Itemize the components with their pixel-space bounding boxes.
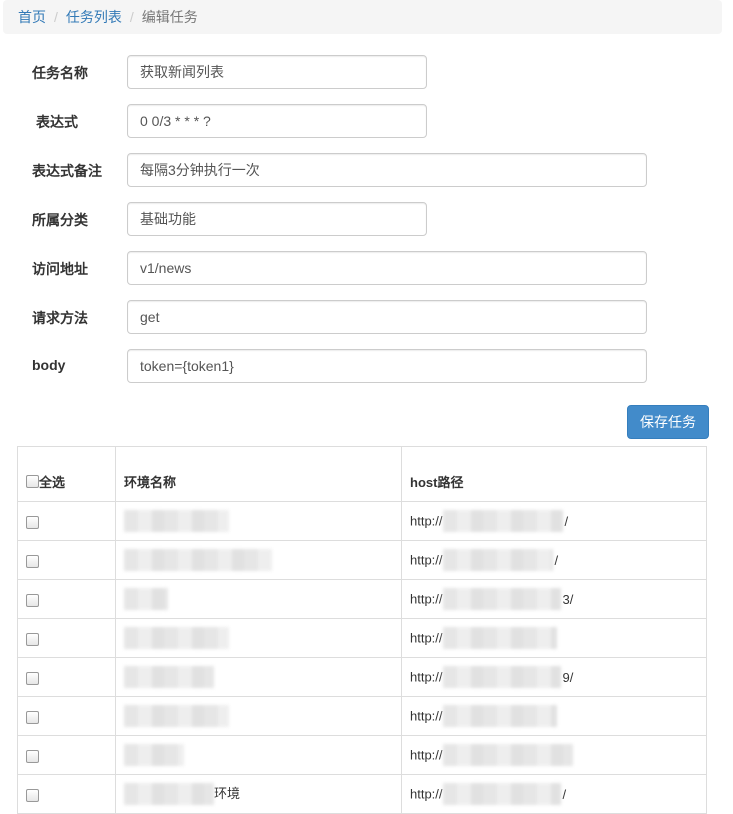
row-checkbox[interactable] (26, 632, 39, 646)
category-input[interactable] (127, 202, 427, 236)
host-cell: http:// / (401, 501, 707, 541)
host-suffix: / (564, 513, 569, 529)
env-name-cell (115, 657, 402, 697)
host-suffix: 9/ (562, 669, 574, 685)
redacted-env-name (124, 627, 229, 649)
redacted-host (442, 705, 557, 727)
redacted-host (442, 666, 561, 688)
row-select-cell (17, 501, 116, 541)
redacted-host (442, 549, 553, 571)
breadcrumb-separator: / (54, 9, 58, 25)
redacted-host (442, 627, 557, 649)
host-suffix: 3/ (562, 591, 574, 607)
row-checkbox[interactable] (26, 749, 39, 763)
select-all-checkbox[interactable] (26, 475, 39, 488)
host-prefix: http:// (410, 591, 443, 607)
method-label: 请求方法 (32, 310, 88, 326)
env-name-text: 环境 (214, 785, 241, 801)
row-checkbox[interactable] (26, 515, 39, 529)
task-name-label: 任务名称 (32, 65, 88, 81)
host-prefix: http:// (410, 747, 443, 763)
redacted-env-name (124, 588, 168, 610)
body-input[interactable] (127, 349, 647, 383)
row-checkbox[interactable] (26, 788, 39, 802)
row-checkbox[interactable] (26, 710, 39, 724)
expression-note-label: 表达式备注 (32, 163, 102, 179)
redacted-host (442, 510, 563, 532)
table-row[interactable]: http:// (17, 735, 707, 775)
table-row[interactable]: http:// / (17, 501, 707, 541)
redacted-env-name (124, 549, 272, 571)
breadcrumb-separator: / (129, 9, 134, 25)
row-select-cell (17, 774, 116, 814)
redacted-host (442, 783, 561, 805)
table-row[interactable]: http:// (17, 696, 707, 736)
row-select-cell (17, 540, 116, 580)
host-cell: http:// (401, 618, 707, 658)
redacted-env-name (124, 744, 184, 766)
env-name-cell (115, 540, 402, 580)
body-label: body (32, 357, 66, 373)
table-row[interactable]: http:// / (17, 540, 707, 580)
table-row[interactable]: http:// 3/ (17, 579, 707, 619)
env-name-cell (115, 696, 402, 736)
table-header-row: 全选 环境名称 host路径 (17, 446, 707, 502)
host-cell: http:// (401, 735, 707, 775)
row-select-cell (17, 735, 116, 775)
environment-table: 全选 环境名称 host路径 http:// / http:// / http:// 3/… (17, 446, 707, 814)
url-label: 访问地址 (32, 261, 88, 277)
host-prefix: http:// (410, 513, 443, 529)
env-name-header: 环境名称 (115, 446, 402, 502)
host-prefix: http:// (410, 669, 443, 685)
env-name-cell (115, 618, 402, 658)
save-task-button[interactable]: 保存任务 (627, 405, 709, 439)
expression-label: 表达式 (36, 114, 78, 130)
redacted-host (442, 744, 573, 766)
host-cell: http:// 9/ (401, 657, 707, 697)
row-select-cell (17, 657, 116, 697)
row-select-cell (17, 579, 116, 619)
url-input[interactable] (127, 251, 647, 285)
row-checkbox[interactable] (26, 593, 39, 607)
breadcrumb-home-link[interactable]: 首页 (18, 9, 46, 25)
redacted-env-name (124, 783, 214, 806)
expression-note-input[interactable] (127, 153, 647, 187)
host-suffix: / (554, 552, 559, 568)
method-input[interactable] (127, 300, 647, 334)
breadcrumb: 首页 / 任务列表 / 编辑任务 (3, 0, 722, 34)
redacted-env-name (124, 666, 214, 688)
host-cell: http:// / (401, 540, 707, 580)
env-name-cell (115, 501, 402, 541)
host-prefix: http:// (410, 630, 443, 646)
row-select-cell (17, 696, 116, 736)
breadcrumb-current: 编辑任务 (141, 9, 198, 25)
row-checkbox[interactable] (26, 671, 39, 685)
environment-table-body: http:// / http:// / http:// 3/http:// http:// 9… (17, 501, 707, 814)
host-header: host路径 (401, 446, 707, 502)
host-prefix: http:// (410, 552, 443, 568)
select-all-label: 全选 (39, 475, 66, 490)
table-row[interactable]: 环境 http:// / (17, 774, 707, 814)
redacted-env-name (124, 705, 229, 727)
redacted-host (442, 588, 561, 610)
host-prefix: http:// (410, 786, 443, 802)
expression-input[interactable] (127, 104, 427, 138)
row-select-cell (17, 618, 116, 658)
redacted-env-name (124, 510, 229, 532)
select-all-header: 全选 (17, 446, 116, 502)
host-suffix: / (562, 786, 567, 802)
category-label: 所属分类 (32, 212, 88, 228)
table-row[interactable]: http:// 9/ (17, 657, 707, 697)
task-name-input[interactable] (127, 55, 427, 89)
host-cell: http:// (401, 696, 707, 736)
row-checkbox[interactable] (26, 554, 39, 568)
host-prefix: http:// (410, 708, 443, 724)
table-row[interactable]: http:// (17, 618, 707, 658)
env-name-cell (115, 735, 402, 775)
host-cell: http:// / (401, 774, 707, 814)
env-name-cell (115, 579, 402, 619)
env-name-cell: 环境 (115, 774, 402, 814)
host-cell: http:// 3/ (401, 579, 707, 619)
breadcrumb-task-list-link[interactable]: 任务列表 (66, 9, 122, 25)
